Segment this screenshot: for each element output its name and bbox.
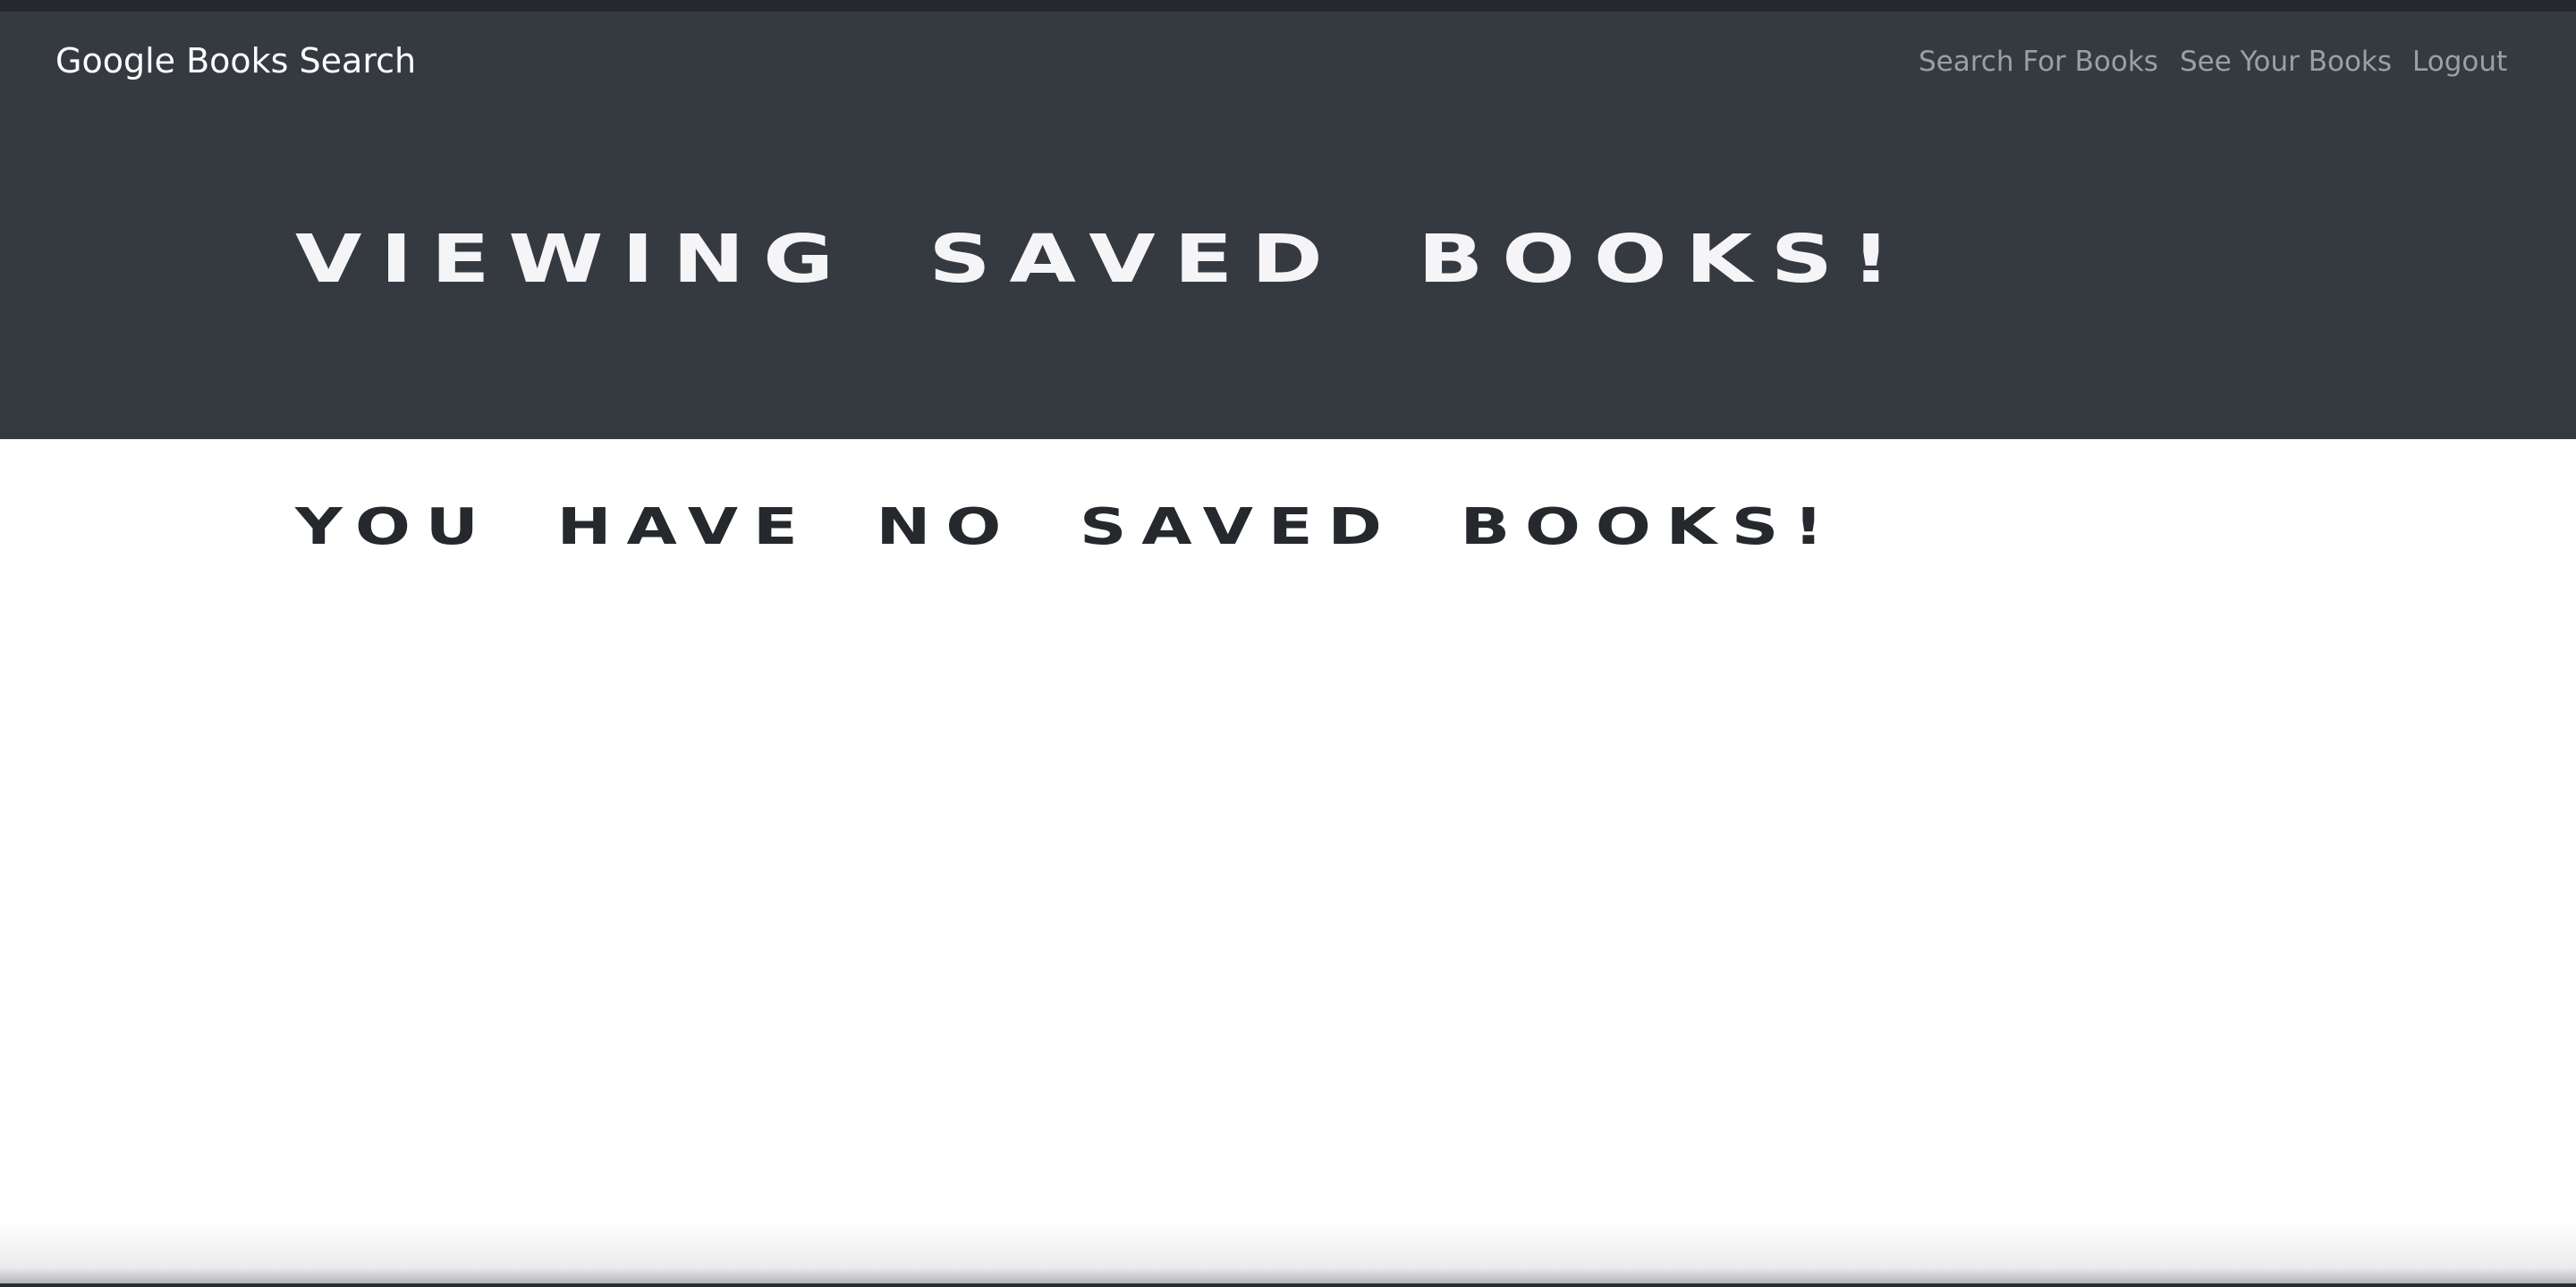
window-bottom-edge: [0, 1283, 2576, 1287]
brand-link[interactable]: Google Books Search: [55, 38, 416, 83]
page-title: Viewing saved books!: [295, 221, 1910, 298]
no-saved-books-message: You have no saved books!: [295, 498, 1839, 556]
nav-logout-link[interactable]: Logout: [2412, 40, 2507, 83]
nav-search-for-books-link[interactable]: Search For Books: [1919, 40, 2158, 83]
navbar: Google Books Search Search For Books See…: [0, 12, 2576, 110]
window-top-edge: [0, 0, 2576, 12]
window-bottom-shadow: [0, 1221, 2576, 1287]
hero-banner: Viewing saved books!: [0, 110, 2576, 439]
nav-see-your-books-link[interactable]: See Your Books: [2180, 40, 2392, 83]
